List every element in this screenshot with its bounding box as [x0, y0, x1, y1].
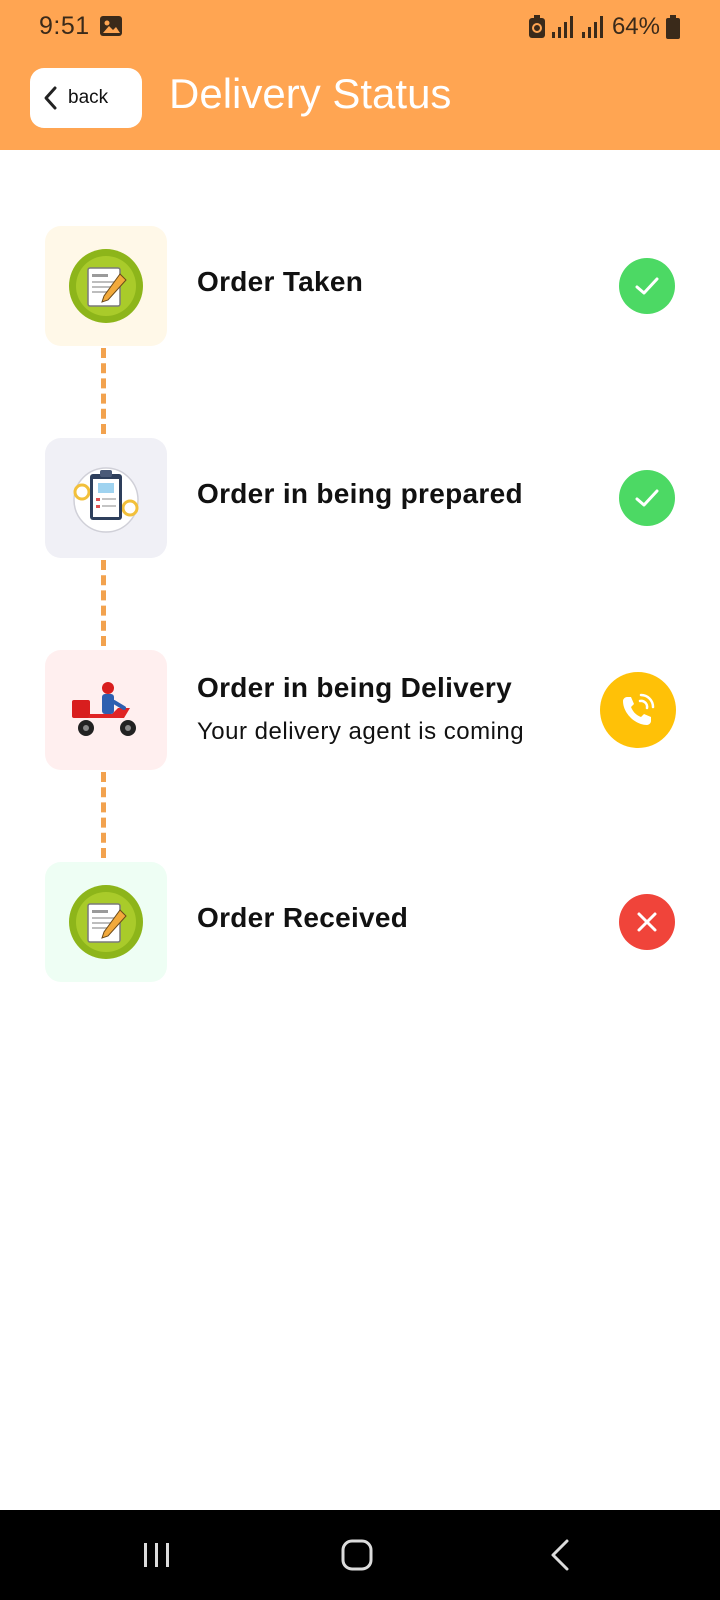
step-order-prepared: Order in being prepared [0, 438, 720, 558]
status-pending-badge [619, 894, 675, 950]
status-done-badge [619, 470, 675, 526]
battery-percent: 64% [611, 13, 660, 40]
home-button[interactable] [327, 1532, 387, 1578]
timeline-connector [101, 772, 107, 858]
status-icons: 64% [528, 10, 680, 44]
chevron-left-icon [44, 86, 57, 110]
status-time: 9:51 [39, 12, 90, 40]
order-note-icon [69, 249, 143, 323]
battery-saver-icon [528, 15, 545, 38]
back-arrow-icon [551, 1539, 569, 1571]
back-nav-button[interactable] [530, 1532, 590, 1578]
signal-icon [581, 16, 603, 38]
delivery-scooter-icon [72, 682, 136, 736]
step-title: Order in being prepared [197, 478, 523, 509]
back-label: back [68, 87, 109, 108]
back-button[interactable]: back [30, 68, 142, 128]
signal-icon [551, 16, 573, 38]
system-nav-bar [0, 1510, 720, 1600]
step-icon-tile [45, 226, 167, 346]
call-agent-button[interactable] [600, 672, 676, 748]
step-subtitle: Your delivery agent is coming [197, 718, 525, 745]
order-note-icon [69, 885, 143, 959]
step-icon-tile [45, 438, 167, 558]
check-icon [635, 489, 659, 507]
timeline-connector [101, 560, 107, 646]
step-icon-tile [45, 650, 167, 770]
step-icon-tile [45, 862, 167, 982]
gallery-icon [100, 16, 122, 36]
check-icon [635, 277, 659, 295]
recent-apps-icon [144, 1543, 169, 1567]
step-order-taken: Order Taken [0, 226, 720, 346]
step-order-received: Order Received [0, 862, 720, 982]
status-done-badge [619, 258, 675, 314]
step-title: Order Taken [197, 266, 364, 297]
close-icon [637, 912, 657, 932]
battery-icon [666, 15, 680, 39]
recent-apps-button[interactable] [127, 1532, 187, 1578]
step-order-delivery: Order in being Delivery Your delivery ag… [0, 650, 720, 770]
home-icon [341, 1539, 373, 1571]
step-title: Order in being Delivery [197, 672, 512, 703]
phone-icon [623, 693, 655, 725]
timeline-connector [101, 348, 107, 434]
status-bar: 9:51 64% [0, 0, 720, 54]
app-header: 9:51 64% back Delivery Status [0, 0, 720, 150]
clipboard-icon [73, 467, 139, 533]
page-title: Delivery Status [169, 70, 452, 117]
step-title: Order Received [197, 902, 409, 933]
